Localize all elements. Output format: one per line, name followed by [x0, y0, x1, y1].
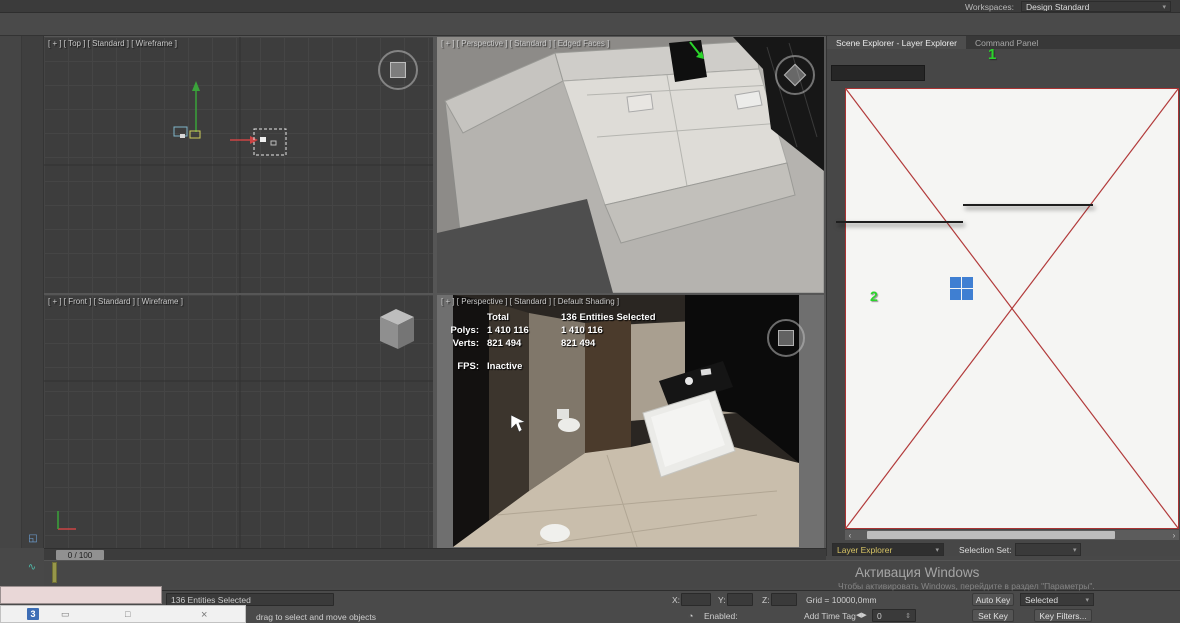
overlay-window-bar[interactable]: 3 ▭ □ ×	[0, 605, 246, 623]
tab-scene-explorer[interactable]: Scene Explorer - Layer Explorer	[827, 36, 966, 49]
room-model-top	[437, 37, 824, 293]
layer-context-menu	[836, 221, 963, 223]
viewport-perspective-render[interactable]: [ + ] [ Perspective ] [ Standard ] [ Def…	[437, 295, 824, 548]
viewport-statistics: Total136 Entities Selected Polys:1 410 1…	[443, 311, 656, 373]
close-icon[interactable]: ×	[201, 609, 207, 621]
annotation-arrow	[687, 40, 709, 62]
3dsmax-logo: 3	[27, 608, 39, 620]
z-coordinate-field[interactable]	[771, 593, 797, 606]
frame-step-icon[interactable]: ◀▶	[856, 611, 867, 619]
auto-key-button[interactable]: Auto Key	[972, 593, 1014, 606]
timeline-slider[interactable]	[52, 562, 57, 583]
selection-set-dropdown[interactable]: ▾	[1015, 543, 1081, 556]
grid-size-readout: Grid = 10000,0mm	[806, 595, 877, 605]
y-label: Y:	[718, 595, 726, 605]
left-strip-secondary: ◱	[22, 36, 44, 548]
viewcube[interactable]	[775, 55, 815, 95]
chevron-down-icon: ▾	[1162, 3, 1166, 11]
current-frame-spinner[interactable]: 0⇕	[872, 609, 916, 622]
prompt-line: drag to select and move objects	[256, 612, 376, 622]
restore-icon[interactable]: ▭	[61, 609, 70, 620]
viewport-label[interactable]: [ + ] [ Perspective ] [ Standard ] [ Def…	[441, 297, 619, 306]
windows-activation-watermark: Активация Windows	[855, 565, 979, 580]
viewport-front-content	[44, 295, 433, 548]
menubar: Workspaces: Design Standard▾	[0, 0, 1180, 13]
viewport-top[interactable]: [ + ] [ Top ] [ Standard ] [ Wireframe ]	[44, 37, 433, 293]
color-swatches	[950, 277, 973, 300]
panel-tabs: Scene Explorer - Layer Explorer Command …	[827, 36, 1180, 49]
viewport-label[interactable]: [ + ] [ Front ] [ Standard ] [ Wireframe…	[48, 297, 183, 306]
3dsmax-window: Workspaces: Design Standard▾ ◱ [ + ] [ T…	[0, 0, 1180, 623]
annotation-step-2: 2	[870, 288, 878, 304]
annotation-step-1: 1	[988, 46, 996, 63]
selection-set-label: Selection Set:	[959, 545, 1011, 555]
track-bar[interactable]: 0 / 100	[44, 548, 826, 560]
empty-cross-lines	[846, 89, 1178, 528]
viewport-front[interactable]: [ + ] [ Front ] [ Standard ] [ Wireframe…	[44, 295, 433, 548]
viewcube[interactable]	[378, 50, 418, 90]
search-input[interactable]	[831, 65, 925, 81]
z-label: Z:	[762, 595, 770, 605]
time-tag-clock-icon[interactable]: ◔	[688, 611, 693, 621]
x-coordinate-field[interactable]	[681, 593, 711, 606]
viewport-top-content	[44, 37, 433, 293]
viewport-perspective-top[interactable]: [ + ] [ Perspective ] [ Standard ] [ Edg…	[437, 37, 824, 293]
set-key-button[interactable]: Set Key	[972, 609, 1014, 622]
scroll-left-icon[interactable]: ‹	[845, 531, 855, 540]
chevron-down-icon: ▾	[1085, 596, 1089, 604]
enabled-label: Enabled:	[704, 611, 738, 621]
chevron-down-icon: ▾	[1073, 546, 1077, 554]
tab-command-panel[interactable]: Command Panel	[966, 36, 1047, 49]
explorer-bottom-bar: Layer Explorer▾ Selection Set: ▾	[829, 542, 1179, 557]
viewport-area: [ + ] [ Top ] [ Standard ] [ Wireframe ]…	[44, 36, 826, 548]
windows-activation-watermark-sub: Чтобы активировать Windows, перейдите в …	[838, 581, 1095, 591]
viewcube[interactable]	[767, 319, 805, 357]
y-coordinate-field[interactable]	[727, 593, 753, 606]
viewport-label[interactable]: [ + ] [ Top ] [ Standard ] [ Wireframe ]	[48, 39, 177, 48]
scene-explorer-panel: Scene Explorer - Layer Explorer Command …	[826, 36, 1180, 556]
horizontal-scrollbar[interactable]: ‹ ›	[845, 530, 1179, 540]
explorer-menubar	[827, 49, 1180, 63]
viewport-layout-icon[interactable]: ◱	[24, 530, 42, 547]
workspaces-dropdown[interactable]: Design Standard▾	[1021, 1, 1171, 12]
x-label: X:	[672, 595, 680, 605]
main-toolbar	[0, 13, 1180, 36]
key-filters-button[interactable]: Key Filters...	[1034, 609, 1092, 622]
scrollbar-thumb[interactable]	[867, 531, 1115, 539]
left-icon-strip	[0, 36, 22, 548]
square-icon[interactable]: □	[125, 609, 130, 619]
selected-set-dropdown[interactable]: Selected▾	[1020, 593, 1094, 606]
explorer-mode-dropdown[interactable]: Layer Explorer▾	[832, 543, 944, 556]
layer-list-area[interactable]	[845, 88, 1179, 529]
viewport-label[interactable]: [ + ] [ Perspective ] [ Standard ] [ Edg…	[441, 39, 609, 48]
maxscript-mini-listener-pink[interactable]	[0, 586, 162, 604]
chevron-down-icon: ▾	[935, 546, 939, 554]
scroll-right-icon[interactable]: ›	[1169, 531, 1179, 540]
workspaces-label: Workspaces:	[965, 2, 1014, 12]
add-time-tag[interactable]: Add Time Tag	[804, 611, 856, 621]
time-slider-handle[interactable]: 0 / 100	[56, 550, 104, 560]
object-context-menu	[963, 204, 1093, 206]
mini-curve-editor-icon[interactable]: ∿	[24, 562, 40, 576]
